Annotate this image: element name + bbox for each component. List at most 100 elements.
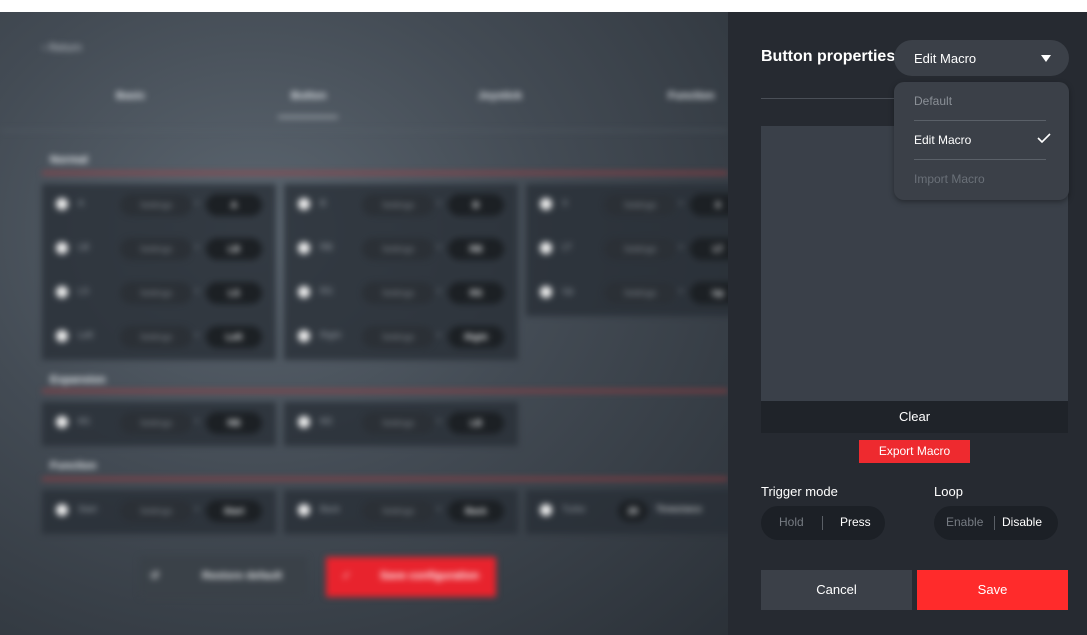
button-row[interactable]: Right Settings + Right (284, 316, 518, 360)
return-link[interactable]: ‹ Return (42, 42, 82, 54)
button-row[interactable]: Up Settings + Up (526, 272, 728, 316)
mapped-value[interactable]: Left (206, 326, 262, 348)
button-icon (56, 286, 68, 298)
button-icon (56, 242, 68, 254)
mapped-value[interactable]: LB (448, 412, 504, 434)
save-configuration-label: Save configuration (380, 570, 480, 582)
turbo-row[interactable]: Turbo 20 Times/seco (526, 490, 728, 534)
button-row[interactable]: Start Settings + Start (42, 490, 276, 534)
button-name: B (320, 198, 327, 208)
checkmark-icon (1037, 133, 1051, 143)
config-tabs: Basic Button Joystick Function (0, 90, 728, 110)
button-row[interactable]: M2 Settings + LB (284, 402, 518, 446)
button-row[interactable]: LS Settings + LS (42, 272, 276, 316)
save-configuration-button[interactable]: ✓ Save configuration (326, 557, 496, 597)
tab-button[interactable]: Button (291, 90, 326, 102)
macro-mode-selected-value: Edit Macro (914, 51, 977, 66)
export-macro-button[interactable]: Export Macro (859, 440, 970, 463)
cancel-button[interactable]: Cancel (761, 570, 912, 610)
dropdown-item-default[interactable]: Default (914, 94, 952, 108)
restore-label: Restore default (202, 570, 283, 582)
tab-joystick[interactable]: Joystick (478, 90, 522, 102)
loop-disable[interactable]: Disable (1002, 515, 1042, 529)
caret-down-icon (1041, 55, 1051, 62)
settings-pill[interactable]: Settings (120, 194, 192, 216)
button-name: Right (320, 330, 342, 340)
plus-icon: + (678, 198, 684, 208)
mapped-value[interactable]: RB (448, 238, 504, 260)
restore-default-button[interactable]: ↺ Restore default (140, 557, 307, 597)
button-row[interactable]: LB Settings + LB (42, 228, 276, 272)
button-icon (56, 198, 68, 210)
button-icon (298, 242, 310, 254)
settings-pill[interactable]: Settings (362, 412, 434, 434)
button-row[interactable]: M1 Settings + RB (42, 402, 276, 446)
trigger-mode-press[interactable]: Press (840, 515, 871, 529)
loop-enable[interactable]: Enable (946, 515, 983, 529)
button-row[interactable]: A Settings + A (42, 184, 276, 228)
mapped-value[interactable]: A (206, 194, 262, 216)
settings-pill[interactable]: Settings (120, 412, 192, 434)
mapped-value[interactable]: LT (690, 238, 728, 260)
save-button[interactable]: Save (917, 570, 1068, 610)
button-card-expansion-2: M2 Settings + LB (284, 402, 518, 446)
button-row[interactable]: X Settings + X (526, 184, 728, 228)
dropdown-item-edit-macro[interactable]: Edit Macro (914, 133, 971, 147)
settings-pill[interactable]: Settings (362, 500, 434, 522)
mapped-value[interactable]: B (448, 194, 504, 216)
button-name: A (78, 198, 85, 208)
section-bar-expansion (42, 390, 728, 392)
trigger-mode-label: Trigger mode (761, 484, 838, 499)
plus-icon: + (436, 198, 442, 208)
clear-button[interactable]: Clear (761, 401, 1068, 433)
settings-pill[interactable]: Settings (604, 194, 676, 216)
tabs-divider (0, 130, 728, 131)
settings-pill[interactable]: Settings (604, 238, 676, 260)
button-card-function-1: Start Settings + Start (42, 490, 276, 534)
mapped-value[interactable]: LB (206, 238, 262, 260)
plus-icon: + (194, 330, 200, 340)
button-row[interactable]: LT Settings + LT (526, 228, 728, 272)
section-label-normal: Normal (50, 154, 88, 166)
mapped-value[interactable]: Up (690, 282, 728, 304)
mapped-value[interactable]: Right (448, 326, 504, 348)
settings-pill[interactable]: Settings (120, 326, 192, 348)
plus-icon: + (678, 286, 684, 296)
mapped-value[interactable]: Start (206, 500, 262, 522)
button-icon (298, 330, 310, 342)
macro-mode-select[interactable]: Edit Macro (894, 40, 1069, 76)
button-name: RS (320, 286, 333, 296)
settings-pill[interactable]: Settings (604, 282, 676, 304)
button-icon (56, 330, 68, 342)
settings-pill[interactable]: Settings (362, 282, 434, 304)
mapped-value[interactable]: Back (448, 500, 504, 522)
settings-pill[interactable]: Settings (362, 238, 434, 260)
settings-pill[interactable]: Settings (120, 500, 192, 522)
mapped-value[interactable]: RB (206, 412, 262, 434)
button-name: LT (562, 242, 572, 252)
settings-pill[interactable]: Settings (362, 326, 434, 348)
button-card-expansion-1: M1 Settings + RB (42, 402, 276, 446)
settings-pill[interactable]: Settings (120, 282, 192, 304)
button-icon (298, 198, 310, 210)
button-row[interactable]: Left Settings + Left (42, 316, 276, 360)
mapped-value[interactable]: RS (448, 282, 504, 304)
trigger-mode-toggle: Hold Press (761, 506, 885, 540)
section-bar-normal (42, 172, 728, 174)
settings-pill[interactable]: Settings (120, 238, 192, 260)
settings-pill[interactable]: Settings (362, 194, 434, 216)
button-name: X (562, 198, 569, 208)
mapped-value[interactable]: X (690, 194, 728, 216)
turbo-value[interactable]: 20 (618, 500, 648, 522)
button-row[interactable]: RS Settings + RS (284, 272, 518, 316)
mapped-value[interactable]: LS (206, 282, 262, 304)
loop-toggle: Enable Disable (934, 506, 1058, 540)
trigger-mode-hold[interactable]: Hold (779, 515, 804, 529)
tab-basic[interactable]: Basic (116, 90, 145, 102)
button-name: M2 (320, 416, 333, 426)
button-row[interactable]: Back Settings + Back (284, 490, 518, 534)
button-row[interactable]: RB Settings + RB (284, 228, 518, 272)
tab-function[interactable]: Function (668, 90, 714, 102)
button-row[interactable]: B Settings + B (284, 184, 518, 228)
button-card-function-2: Back Settings + Back (284, 490, 518, 534)
